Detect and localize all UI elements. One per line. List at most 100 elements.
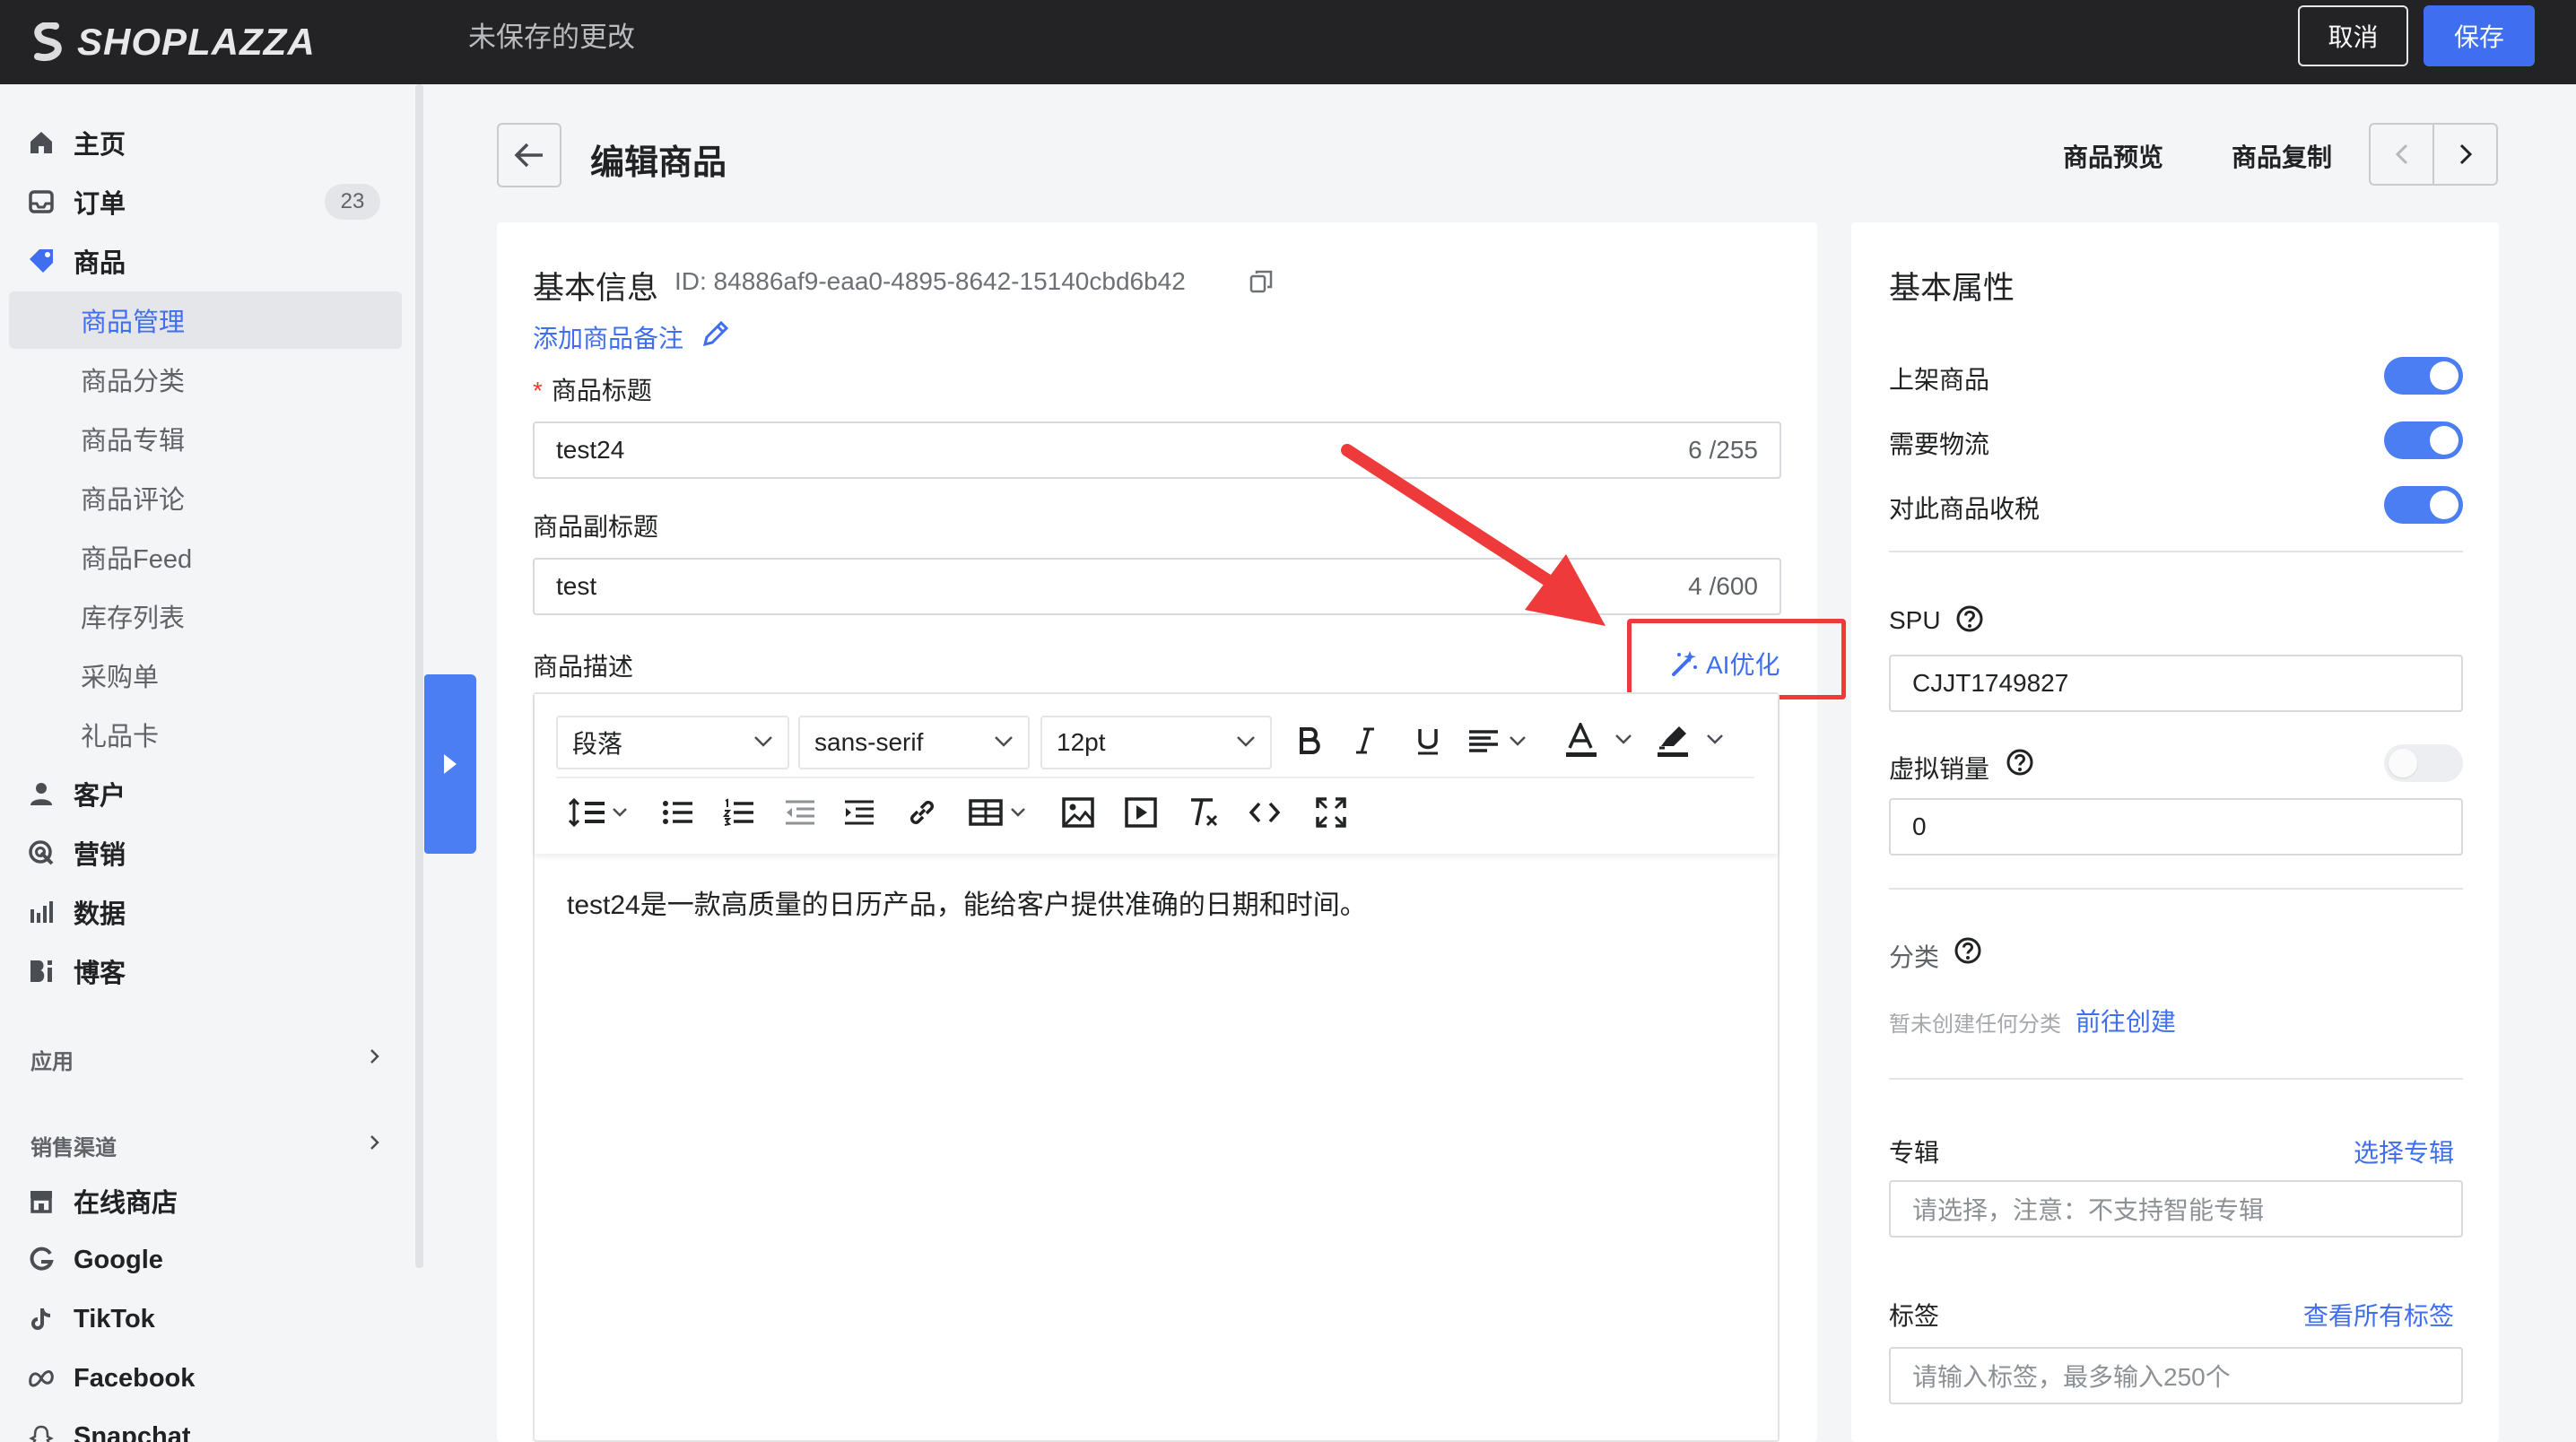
sidebar-sub-gift-cards[interactable]: 礼品卡	[0, 706, 402, 763]
italic-button[interactable]	[1345, 721, 1385, 760]
sidebar-sub-purchase-orders[interactable]: 采购单	[0, 647, 402, 704]
requires-shipping-toggle[interactable]	[2384, 421, 2463, 459]
highlight-color-button[interactable]	[1656, 721, 1733, 760]
collection-input[interactable]: 请选择，注意：不支持智能专辑	[1889, 1180, 2463, 1238]
sidebar-item-orders[interactable]: 订单 23	[0, 173, 402, 230]
pencil-icon[interactable]	[700, 319, 730, 350]
sidebar-sub-product-feed[interactable]: 商品Feed	[0, 528, 402, 586]
product-title-value: test24	[556, 436, 625, 464]
outdent-button[interactable]	[780, 793, 820, 832]
no-category-text: 暂未创建任何分类	[1889, 1012, 2061, 1037]
virtual-sales-input[interactable]: 0	[1889, 798, 2463, 856]
sidebar-channel-google[interactable]: Google	[0, 1231, 402, 1289]
numbered-list-button[interactable]	[719, 793, 759, 832]
sidebar-channel-tiktok[interactable]: TikTok	[0, 1290, 402, 1348]
paragraph-format-select[interactable]: 段落	[556, 716, 789, 769]
save-button[interactable]: 保存	[2424, 5, 2535, 66]
virtual-sales-value: 0	[1912, 812, 1927, 840]
font-family-value: sans-serif	[814, 728, 924, 756]
sidebar-sub-product-collections[interactable]: 商品专辑	[0, 410, 402, 467]
ai-optimize-button[interactable]: AI优化	[1670, 646, 1780, 682]
virtual-sales-toggle[interactable]	[2384, 744, 2463, 782]
publish-product-label: 上架商品	[1889, 366, 1990, 394]
source-code-button[interactable]	[1245, 793, 1284, 832]
meta-icon	[27, 1364, 56, 1393]
sidebar-item-analytics[interactable]: 数据	[0, 883, 402, 941]
sidebar-channel-facebook[interactable]: Facebook	[0, 1350, 402, 1407]
next-product-button[interactable]	[2434, 125, 2496, 184]
sidebar-sub-product-reviews[interactable]: 商品评论	[0, 469, 402, 526]
line-height-button[interactable]	[567, 793, 631, 832]
sidebar-item-blog[interactable]: 博客	[0, 943, 402, 1000]
sidebar-sub-label: 商品分类	[81, 368, 186, 396]
rich-text-editor[interactable]: 段落 sans-serif 12pt test24是一款高质量的日历产品，能给客…	[533, 692, 1780, 1442]
link-button[interactable]	[902, 793, 942, 832]
apps-heading[interactable]: 应用	[30, 1044, 74, 1075]
table-button[interactable]	[969, 793, 1033, 832]
fullscreen-button[interactable]	[1311, 793, 1351, 832]
sidebar-item-products[interactable]: 商品	[0, 232, 402, 290]
tag-icon	[27, 247, 56, 275]
bullet-list-button[interactable]	[658, 793, 698, 832]
sidebar-sub-label: 商品管理	[81, 308, 186, 337]
product-preview-link[interactable]: 商品预览	[2063, 138, 2163, 174]
font-size-select[interactable]: 12pt	[1040, 716, 1272, 769]
insert-video-button[interactable]	[1121, 793, 1161, 832]
product-copy-link[interactable]: 商品复制	[2232, 138, 2332, 174]
spu-input[interactable]: CJJT1749827	[1889, 655, 2463, 712]
insert-image-button[interactable]	[1058, 793, 1098, 832]
align-dropdown-button[interactable]	[1467, 721, 1534, 760]
sidebar-sub-inventory[interactable]: 库存列表	[0, 587, 402, 645]
unsaved-changes-text: 未保存的更改	[468, 22, 635, 53]
editor-content[interactable]: test24是一款高质量的日历产品，能给客户提供准确的日期和时间。	[567, 882, 1367, 922]
sidebar-item-home[interactable]: 主页	[0, 114, 402, 171]
charge-tax-toggle[interactable]	[2384, 486, 2463, 524]
sidebar-channel-snapchat[interactable]: Snapchat	[0, 1408, 402, 1442]
sidebar-sub-label: 礼品卡	[81, 723, 160, 751]
sidebar-item-marketing[interactable]: 营销	[0, 824, 402, 882]
sidebar-collapse-toggle[interactable]	[424, 674, 476, 854]
chevron-right-icon[interactable]	[366, 1134, 384, 1151]
store-icon	[27, 1186, 56, 1215]
sidebar-item-customers[interactable]: 客户	[0, 765, 402, 822]
tags-input[interactable]: 请输入标签，最多输入250个	[1889, 1347, 2463, 1404]
help-icon[interactable]	[1955, 604, 1984, 633]
clear-format-icon	[1191, 798, 1218, 827]
tags-placeholder: 请输入标签，最多输入250个	[1912, 1363, 2231, 1391]
view-all-tags-link[interactable]: 查看所有标签	[2303, 1297, 2454, 1333]
help-icon[interactable]	[2006, 748, 2034, 777]
bold-button[interactable]	[1290, 721, 1329, 760]
sidebar-sub-product-categories[interactable]: 商品分类	[0, 351, 402, 408]
snapchat-icon	[27, 1422, 56, 1442]
underline-button[interactable]	[1408, 721, 1448, 760]
clear-format-button[interactable]	[1184, 793, 1223, 832]
orders-count-badge: 23	[325, 184, 380, 220]
select-collection-link[interactable]: 选择专辑	[2354, 1134, 2454, 1169]
virtual-sales-label: 虚拟销量	[1889, 755, 1990, 783]
copy-icon[interactable]	[1249, 269, 1274, 294]
font-family-select[interactable]: sans-serif	[798, 716, 1030, 769]
cancel-button[interactable]: 取消	[2298, 5, 2408, 66]
outdent-icon	[786, 800, 814, 825]
shoplazza-logo[interactable]: SHOPLAZZA	[30, 11, 316, 74]
publish-product-toggle[interactable]	[2384, 357, 2463, 395]
sidebar-item-label: 营销	[74, 841, 126, 870]
divider	[1889, 888, 2463, 890]
sales-channels-heading[interactable]: 销售渠道	[30, 1130, 117, 1161]
add-product-note-link[interactable]: 添加商品备注	[533, 319, 683, 355]
chevron-right-icon[interactable]	[366, 1047, 384, 1065]
spu-value: CJJT1749827	[1912, 669, 2069, 697]
back-button[interactable]	[497, 123, 561, 187]
product-description-label: 商品描述	[533, 653, 634, 681]
help-icon[interactable]	[1954, 936, 1982, 965]
sidebar-channel-online-store[interactable]: 在线商店	[0, 1172, 402, 1229]
indent-button[interactable]	[840, 793, 879, 832]
sidebar-scrollbar[interactable]	[415, 84, 423, 1268]
sidebar-sub-product-management[interactable]: 商品管理	[9, 291, 402, 349]
create-category-link[interactable]: 前往创建	[2076, 1003, 2176, 1038]
bar-chart-icon	[27, 898, 56, 926]
text-color-button[interactable]	[1564, 721, 1641, 760]
previous-product-button[interactable]	[2371, 125, 2434, 184]
collection-placeholder: 请选择，注意：不支持智能专辑	[1912, 1196, 2265, 1224]
divider	[1889, 551, 2463, 552]
